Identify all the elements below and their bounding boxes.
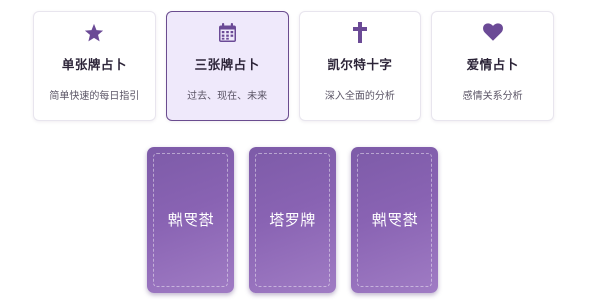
card-label: 塔罗牌 xyxy=(371,211,418,229)
tarot-card[interactable]: 塔罗牌 xyxy=(249,147,336,293)
spread-description: 过去、现在、未来 xyxy=(187,91,268,102)
spread-description: 深入全面的分析 xyxy=(324,91,395,102)
spread-description: 感情关系分析 xyxy=(462,91,523,102)
spread-title: 三张牌占卜 xyxy=(194,57,260,72)
spread-title: 爱情占卜 xyxy=(466,57,519,72)
spread-description: 简单快速的每日指引 xyxy=(49,91,140,102)
spread-title: 凯尔特十字 xyxy=(327,57,393,72)
card-label: 塔罗牌 xyxy=(167,211,214,229)
spread-option-celtic-cross[interactable]: 凯尔特十字 深入全面的分析 xyxy=(298,11,422,121)
spread-option-three-card[interactable]: 三张牌占卜 过去、现在、未来 xyxy=(165,11,289,121)
tarot-card[interactable]: 塔罗牌 xyxy=(147,147,234,293)
cross-icon xyxy=(300,21,421,43)
spread-option-single-card[interactable]: 单张牌占卜 简单快速的每日指引 xyxy=(33,11,156,121)
card-deck: 塔罗牌 塔罗牌 塔罗牌 xyxy=(147,147,438,293)
card-label: 塔罗牌 xyxy=(269,211,316,229)
star-icon xyxy=(34,21,155,43)
spread-option-love[interactable]: 爱情占卜 感情关系分析 xyxy=(431,11,554,121)
heart-icon xyxy=(432,21,553,43)
spread-title: 单张牌占卜 xyxy=(61,57,127,72)
calendar-icon xyxy=(167,21,288,43)
spread-options: 单张牌占卜 简单快速的每日指引 三张牌占卜 过去、现在、未来 凯尔特十字 深入全… xyxy=(33,11,554,121)
tarot-card[interactable]: 塔罗牌 xyxy=(351,147,438,293)
